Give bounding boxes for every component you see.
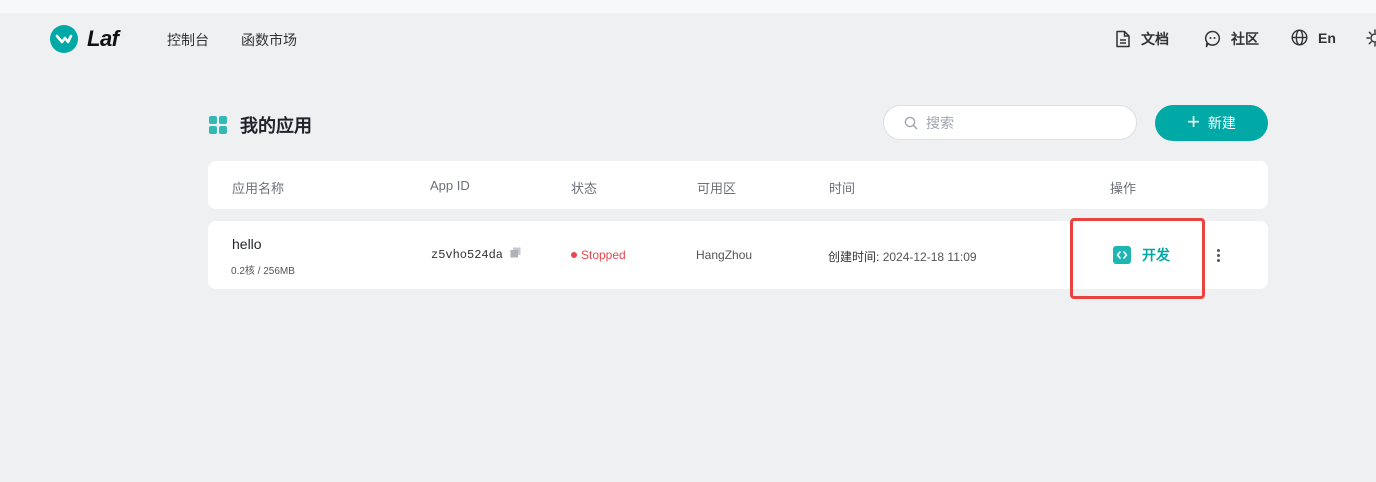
docs-label: 文档 [1141, 31, 1169, 47]
develop-label: 开发 [1142, 247, 1170, 263]
app-name[interactable]: hello [232, 236, 262, 252]
column-header-region: 可用区 [697, 181, 737, 196]
column-header-time: 时间 [829, 181, 856, 196]
column-header-name: 应用名称 [232, 181, 285, 196]
logo[interactable]: Laf [50, 25, 119, 53]
created-time-label: 创建时间: [828, 250, 880, 264]
top-header: Laf 控制台 函数市场 文档 社区 En [0, 13, 1376, 65]
column-header-app-id: App ID [430, 178, 470, 193]
community-label: 社区 [1231, 31, 1259, 47]
logo-text: Laf [87, 26, 119, 51]
community-icon [1204, 30, 1221, 48]
status-badge: Stopped [571, 248, 626, 262]
status-text: Stopped [581, 248, 626, 262]
page-title: 我的应用 [240, 116, 312, 136]
docs-link[interactable]: 文档 [1115, 29, 1169, 49]
community-link[interactable]: 社区 [1204, 29, 1259, 49]
globe-icon [1291, 29, 1308, 46]
copy-icon[interactable] [510, 247, 521, 262]
column-header-actions: 操作 [1110, 181, 1137, 196]
page-header: 我的应用 [208, 112, 312, 138]
document-icon [1116, 30, 1130, 48]
app-id-cell: z5vho524da [431, 247, 521, 262]
search-box[interactable] [883, 105, 1137, 140]
plus-icon: + [1187, 109, 1200, 134]
search-icon [904, 116, 918, 129]
code-icon [1113, 246, 1131, 264]
new-button-label: 新建 [1207, 115, 1236, 131]
top-strip [0, 0, 1376, 13]
region: HangZhou [696, 248, 753, 262]
app-id: z5vho524da [431, 247, 504, 262]
theme-toggle[interactable] [1366, 29, 1376, 47]
language-label: En [1318, 29, 1336, 46]
created-time-value: 2024-12-18 11:09 [882, 250, 977, 264]
app-spec: 0.2核 / 256MB [231, 266, 295, 277]
search-input[interactable] [924, 113, 1128, 132]
language-switch[interactable]: En [1291, 29, 1336, 46]
created-time: 创建时间: 2024-12-18 11:09 [828, 248, 977, 265]
nav-console[interactable]: 控制台 [167, 30, 209, 50]
more-options-icon[interactable] [1211, 246, 1225, 264]
table-header: 应用名称 App ID 状态 可用区 时间 操作 [208, 161, 1268, 209]
apps-grid-icon [209, 116, 227, 134]
develop-button[interactable]: 开发 [1113, 245, 1170, 265]
nav-function-market[interactable]: 函数市场 [241, 30, 297, 50]
sun-icon [1366, 29, 1376, 47]
laf-logo-icon [50, 25, 78, 53]
new-app-button[interactable]: + 新建 [1155, 105, 1268, 141]
status-dot [571, 252, 577, 258]
column-header-status: 状态 [571, 181, 598, 196]
